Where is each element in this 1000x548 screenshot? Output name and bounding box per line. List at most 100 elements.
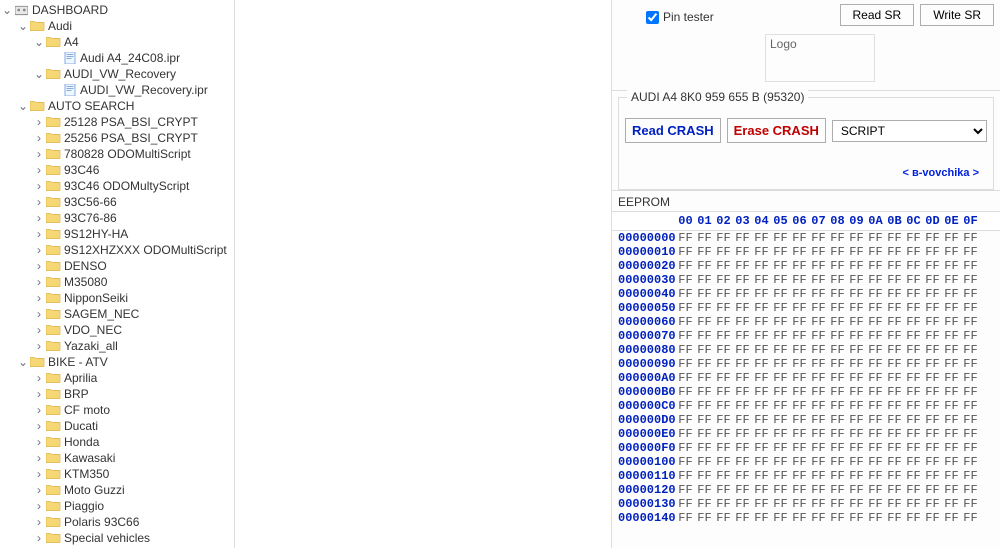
hex-byte[interactable]: FF xyxy=(847,357,866,371)
hex-byte[interactable]: FF xyxy=(923,273,942,287)
hex-row[interactable]: 000000E0FFFFFFFFFFFFFFFFFFFFFFFFFFFFFFFF xyxy=(612,427,1000,441)
hex-byte[interactable]: FF xyxy=(676,329,695,343)
hex-byte[interactable]: FF xyxy=(828,399,847,413)
hex-byte[interactable]: FF xyxy=(923,511,942,521)
expander-icon[interactable] xyxy=(32,403,46,417)
hex-byte[interactable]: FF xyxy=(790,357,809,371)
hex-byte[interactable]: FF xyxy=(904,301,923,315)
hex-byte[interactable]: FF xyxy=(904,385,923,399)
hex-byte[interactable]: FF xyxy=(942,301,961,315)
hex-row[interactable]: 000000B0FFFFFFFFFFFFFFFFFFFFFFFFFFFFFFFF xyxy=(612,385,1000,399)
hex-byte[interactable]: FF xyxy=(828,483,847,497)
hex-byte[interactable]: FF xyxy=(695,287,714,301)
hex-byte[interactable]: FF xyxy=(733,427,752,441)
hex-byte[interactable]: FF xyxy=(676,315,695,329)
hex-byte[interactable]: FF xyxy=(828,371,847,385)
hex-byte[interactable]: FF xyxy=(733,273,752,287)
expander-icon[interactable] xyxy=(32,339,46,353)
expander-icon[interactable] xyxy=(32,179,46,193)
expander-icon[interactable] xyxy=(32,211,46,225)
expander-icon[interactable] xyxy=(16,19,30,33)
hex-byte[interactable]: FF xyxy=(847,301,866,315)
tree-item[interactable]: 25256 PSA_BSI_CRYPT xyxy=(0,130,234,146)
tree-item[interactable]: Polaris 93C66 xyxy=(0,514,234,530)
hex-byte[interactable]: FF xyxy=(923,455,942,469)
tree-item[interactable]: DENSO xyxy=(0,258,234,274)
hex-byte[interactable]: FF xyxy=(809,259,828,273)
hex-byte[interactable]: FF xyxy=(676,259,695,273)
hex-byte[interactable]: FF xyxy=(752,413,771,427)
hex-byte[interactable]: FF xyxy=(828,427,847,441)
hex-byte[interactable]: FF xyxy=(752,357,771,371)
hex-byte[interactable]: FF xyxy=(847,245,866,259)
hex-byte[interactable]: FF xyxy=(866,399,885,413)
hex-byte[interactable]: FF xyxy=(752,287,771,301)
hex-byte[interactable]: FF xyxy=(866,231,885,245)
hex-byte[interactable]: FF xyxy=(790,455,809,469)
hex-byte[interactable]: FF xyxy=(771,441,790,455)
hex-byte[interactable]: FF xyxy=(923,245,942,259)
hex-row[interactable]: 000000C0FFFFFFFFFFFFFFFFFFFFFFFFFFFFFFFF xyxy=(612,399,1000,413)
hex-byte[interactable]: FF xyxy=(790,399,809,413)
hex-byte[interactable]: FF xyxy=(942,287,961,301)
hex-byte[interactable]: FF xyxy=(752,497,771,511)
hex-byte[interactable]: FF xyxy=(752,455,771,469)
hex-byte[interactable]: FF xyxy=(923,231,942,245)
hex-byte[interactable]: FF xyxy=(771,413,790,427)
tree-item[interactable]: BIKE - ATV xyxy=(0,354,234,370)
hex-byte[interactable]: FF xyxy=(733,483,752,497)
hex-byte[interactable]: FF xyxy=(733,511,752,521)
hex-byte[interactable]: FF xyxy=(961,273,980,287)
hex-byte[interactable]: FF xyxy=(771,469,790,483)
hex-byte[interactable]: FF xyxy=(809,329,828,343)
pin-tester-input[interactable] xyxy=(646,11,659,24)
hex-byte[interactable]: FF xyxy=(885,497,904,511)
hex-byte[interactable]: FF xyxy=(809,483,828,497)
hex-byte[interactable]: FF xyxy=(695,483,714,497)
hex-byte[interactable]: FF xyxy=(828,259,847,273)
expander-icon[interactable] xyxy=(32,243,46,257)
hex-byte[interactable]: FF xyxy=(847,497,866,511)
hex-byte[interactable]: FF xyxy=(866,413,885,427)
hex-byte[interactable]: FF xyxy=(866,511,885,521)
hex-byte[interactable]: FF xyxy=(866,483,885,497)
hex-byte[interactable]: FF xyxy=(809,301,828,315)
hex-row[interactable]: 00000030FFFFFFFFFFFFFFFFFFFFFFFFFFFFFFFF xyxy=(612,273,1000,287)
tree-item[interactable]: CF moto xyxy=(0,402,234,418)
hex-byte[interactable]: FF xyxy=(904,511,923,521)
tree-item[interactable]: 93C76-86 xyxy=(0,210,234,226)
hex-byte[interactable]: FF xyxy=(752,469,771,483)
hex-row[interactable]: 000000F0FFFFFFFFFFFFFFFFFFFFFFFFFFFFFFFF xyxy=(612,441,1000,455)
hex-byte[interactable]: FF xyxy=(923,441,942,455)
hex-byte[interactable]: FF xyxy=(771,231,790,245)
hex-byte[interactable]: FF xyxy=(923,399,942,413)
hex-byte[interactable]: FF xyxy=(771,357,790,371)
hex-byte[interactable]: FF xyxy=(904,343,923,357)
hex-byte[interactable]: FF xyxy=(923,343,942,357)
hex-byte[interactable]: FF xyxy=(714,455,733,469)
hex-byte[interactable]: FF xyxy=(809,385,828,399)
hex-byte[interactable]: FF xyxy=(714,399,733,413)
hex-byte[interactable]: FF xyxy=(676,469,695,483)
hex-byte[interactable]: FF xyxy=(923,469,942,483)
hex-byte[interactable]: FF xyxy=(733,455,752,469)
tree-item[interactable]: 25128 PSA_BSI_CRYPT xyxy=(0,114,234,130)
hex-byte[interactable]: FF xyxy=(771,371,790,385)
hex-byte[interactable]: FF xyxy=(847,329,866,343)
hex-byte[interactable]: FF xyxy=(961,511,980,521)
hex-row[interactable]: 00000040FFFFFFFFFFFFFFFFFFFFFFFFFFFFFFFF xyxy=(612,287,1000,301)
hex-byte[interactable]: FF xyxy=(961,301,980,315)
hex-byte[interactable]: FF xyxy=(790,441,809,455)
hex-byte[interactable]: FF xyxy=(771,385,790,399)
tree-item[interactable]: 93C46 xyxy=(0,162,234,178)
hex-byte[interactable]: FF xyxy=(676,287,695,301)
hex-byte[interactable]: FF xyxy=(904,413,923,427)
hex-byte[interactable]: FF xyxy=(809,273,828,287)
hex-byte[interactable]: FF xyxy=(847,455,866,469)
hex-byte[interactable]: FF xyxy=(904,273,923,287)
hex-byte[interactable]: FF xyxy=(923,497,942,511)
expander-icon[interactable] xyxy=(16,355,30,369)
hex-byte[interactable]: FF xyxy=(714,371,733,385)
hex-byte[interactable]: FF xyxy=(904,371,923,385)
tree-item[interactable]: KTM350 xyxy=(0,466,234,482)
